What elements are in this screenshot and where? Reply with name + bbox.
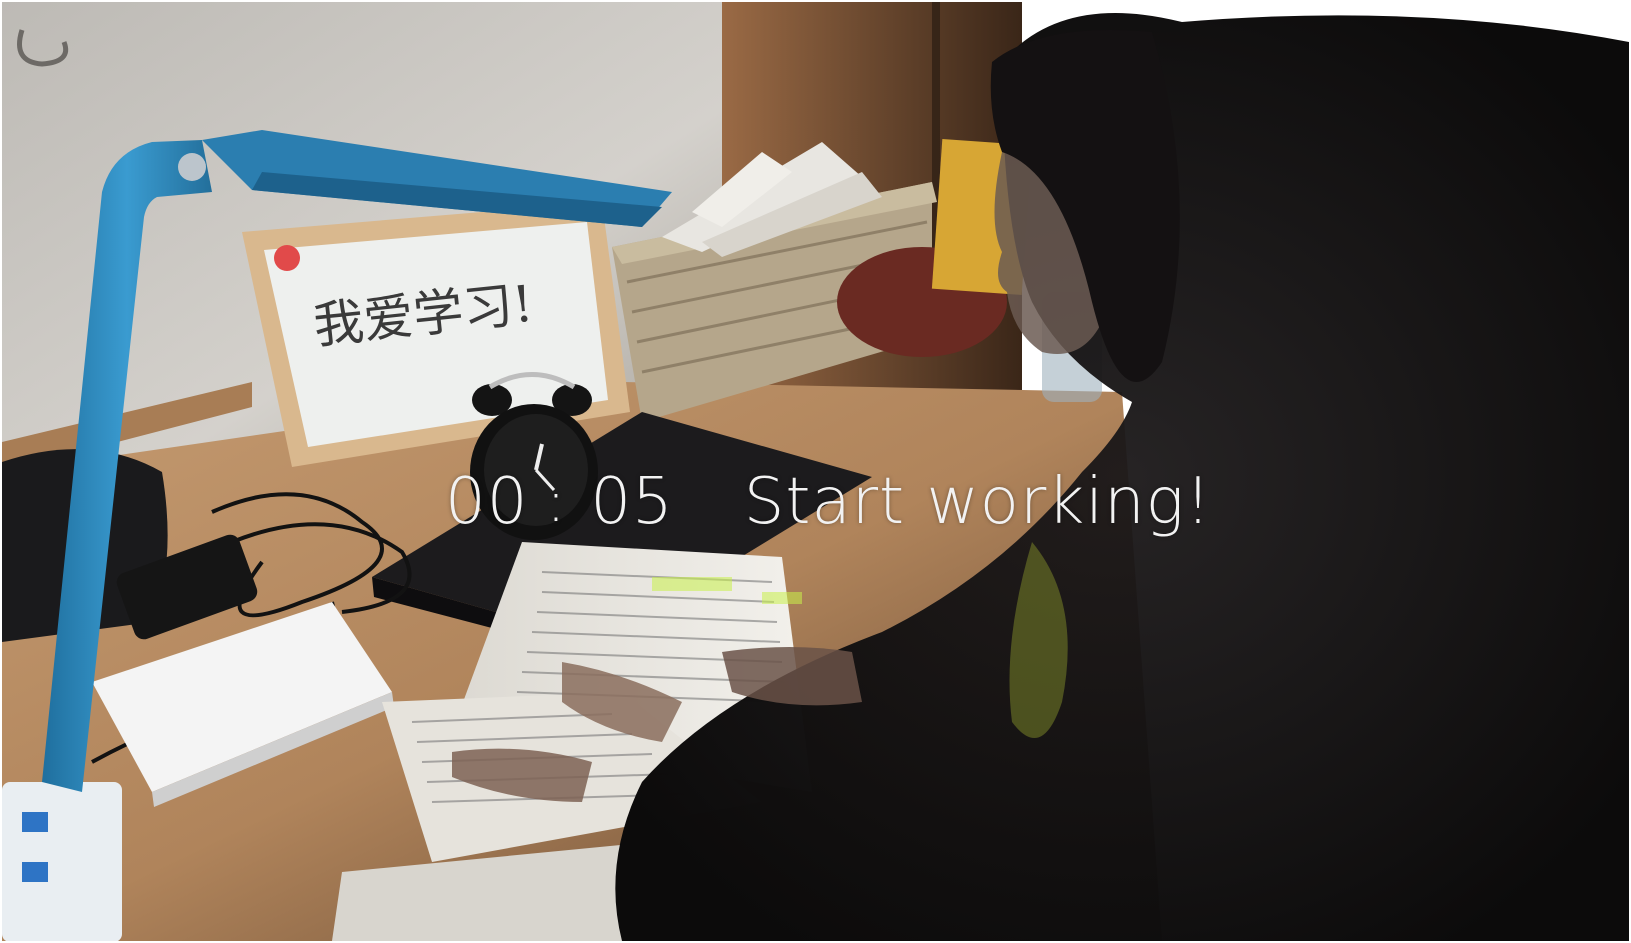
timer-seconds: 05 [590,465,674,539]
timer-minutes: 00 [445,465,529,539]
timer-separator: : [546,469,567,535]
timer-overlay: 00 : 05 Start working! [445,462,1212,542]
overlay-message: Start working! [743,465,1212,539]
video-frame: 我爱学习! 00 : 05 Start working! [0,0,1631,943]
power-strip [2,782,122,941]
